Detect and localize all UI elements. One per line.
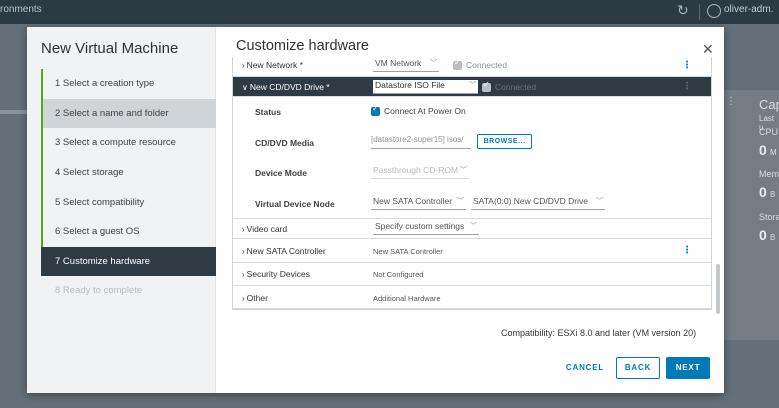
chevron-down-icon: ﹀ (457, 198, 464, 205)
row-cd-media: CD/DVD Media [datastore2-super15] isos/ … (233, 127, 711, 157)
row-status: Status Connect At Power On (233, 97, 711, 127)
row-video-card: › Video card Specify custom settings ﹀ (233, 219, 711, 239)
capacity-card: Cap Last u CPU 0 M Mem 0 B Stora 0 B (723, 90, 779, 340)
memory-label: Mem (759, 169, 779, 179)
step-compatibility[interactable]: 5 Select compatibility (41, 187, 216, 217)
status-label: Status (255, 107, 281, 117)
step-guest-os[interactable]: 6 Select a guest OS (41, 216, 216, 247)
wizard-title: New Virtual Machine (41, 40, 179, 57)
network-connected-checkbox[interactable] (453, 58, 462, 70)
cpu-unit: M (770, 148, 777, 157)
cpu-label: CPU (759, 127, 779, 137)
user-name[interactable]: oliver-adm. (724, 4, 773, 15)
row-new-network: ›New Network * VM Network﹀ Connected ⋮ (233, 57, 711, 77)
row-device-mode: Device Mode Passthrough CD-ROM ﹀ (233, 157, 711, 187)
back-button[interactable]: BACK (616, 357, 660, 379)
cd-kebab-icon[interactable]: ⋮ (682, 81, 692, 92)
row-new-sata-controller: › New SATA Controller New SATA Controller… (233, 239, 711, 263)
card-menu-icon[interactable]: ⋮ (726, 96, 736, 107)
storage-label: Stora (759, 212, 779, 222)
cd-type-select[interactable]: Datastore ISO File ﹀ (373, 80, 478, 94)
chevron-down-icon: ﹀ (596, 198, 603, 205)
network-label[interactable]: › New Network * (242, 60, 303, 70)
step-ready-to-complete: 8 Ready to complete (55, 285, 143, 297)
app-header: ronments ↻ oliver-adm. (0, 0, 779, 24)
cpu-value: 0 (759, 142, 767, 158)
hardware-panel[interactable]: ›New Network * VM Network﹀ Connected ⋮ ∨… (232, 57, 720, 313)
other-label[interactable]: › Other (242, 293, 268, 303)
security-label[interactable]: › Security Devices (242, 269, 310, 279)
step-customize-hardware[interactable]: 7 Customize hardware (41, 246, 216, 277)
sata-value: New SATA Controller (373, 247, 443, 256)
next-button[interactable]: NEXT (666, 357, 710, 379)
row-security-devices: › Security Devices Not Configured (233, 263, 711, 286)
step-name-folder[interactable]: 2 Select a name and folder (41, 98, 216, 129)
media-label: CD/DVD Media (255, 138, 315, 148)
background-strip (0, 110, 27, 114)
scrollbar[interactable] (716, 264, 720, 314)
connect-power-on-label: Connect At Power On (384, 106, 466, 116)
row-other: › Other Additional Hardware (233, 286, 711, 309)
step-creation-type[interactable]: 1 Select a creation type (41, 69, 216, 99)
chevron-down-icon: ﹀ (460, 167, 467, 174)
user-icon[interactable] (707, 4, 721, 18)
close-icon[interactable]: ✕ (702, 41, 714, 58)
page-title: Customize hardware (236, 38, 369, 54)
hardware-list: ›New Network * VM Network﹀ Connected ⋮ ∨… (232, 57, 712, 310)
card-title: Cap (759, 97, 779, 112)
header-divider (699, 4, 700, 20)
other-value: Additional Hardware (373, 294, 441, 303)
compatibility-text: Compatibility: ESXi 8.0 and later (VM ve… (501, 328, 697, 338)
wizard-steps: 1 Select a creation type 2 Select a name… (41, 69, 216, 306)
row-new-cd-dvd: ∨ New CD/DVD Drive * Datastore ISO File ﹀ … (233, 77, 711, 97)
video-card-select[interactable]: Specify custom settings ﹀ (373, 221, 479, 235)
step-storage[interactable]: 4 Select storage (41, 157, 216, 188)
chevron-down-icon[interactable]: ∨ (242, 83, 248, 92)
wizard-nav: New Virtual Machine 1 Select a creation … (27, 27, 216, 393)
chevron-right-icon[interactable]: › (242, 294, 245, 303)
device-mode-label: Device Mode (255, 168, 307, 178)
row-virtual-device-node: Virtual Device Node New SATA Controller ﹀… (233, 187, 711, 219)
breadcrumb[interactable]: ronments (0, 4, 42, 15)
device-slot-select[interactable]: SATA(0:0) New CD/DVD Drive ﹀ (471, 196, 605, 210)
refresh-icon[interactable]: ↻ (677, 2, 689, 19)
memory-value: 0 (759, 184, 767, 200)
network-kebab-icon[interactable]: ⋮ (682, 60, 692, 71)
chevron-down-icon: ﹀ (470, 223, 477, 230)
network-select[interactable]: VM Network ﹀ (373, 58, 439, 72)
step-compute-resource[interactable]: 3 Select a compute resource (41, 128, 216, 158)
chevron-right-icon[interactable]: › (242, 247, 245, 256)
chevron-right-icon[interactable]: › (242, 270, 245, 279)
security-value: Not Configured (373, 270, 424, 279)
sata-label[interactable]: › New SATA Controller (242, 246, 326, 256)
storage-value: 0 (759, 227, 767, 243)
video-card-label[interactable]: › Video card (242, 224, 287, 234)
controller-select[interactable]: New SATA Controller ﹀ (371, 196, 466, 210)
browse-button[interactable]: BROWSE... (477, 134, 532, 149)
sata-kebab-icon[interactable]: ⋮ (682, 245, 692, 256)
connect-power-on-checkbox[interactable] (371, 104, 380, 116)
network-connected-label: Connected (466, 60, 508, 70)
new-vm-modal: New Virtual Machine 1 Select a creation … (27, 27, 724, 393)
chevron-right-icon[interactable]: › (242, 61, 245, 70)
memory-unit: B (770, 190, 776, 199)
chevron-right-icon[interactable]: › (242, 225, 245, 234)
chevron-down-icon: ﹀ (469, 82, 476, 89)
cancel-button[interactable]: CANCEL (562, 357, 608, 379)
chevron-down-icon: ﹀ (430, 60, 437, 67)
virtual-device-node-label: Virtual Device Node (255, 199, 335, 209)
media-path-input[interactable]: [datastore2-super15] isos/ (371, 135, 471, 149)
storage-unit: B (770, 233, 776, 242)
device-mode-select: Passthrough CD-ROM ﹀ (371, 165, 469, 179)
cd-connected-checkbox[interactable] (482, 80, 491, 92)
cd-dvd-label[interactable]: ∨ New CD/DVD Drive * (242, 82, 330, 92)
cd-connected-label: Connected (495, 82, 537, 92)
